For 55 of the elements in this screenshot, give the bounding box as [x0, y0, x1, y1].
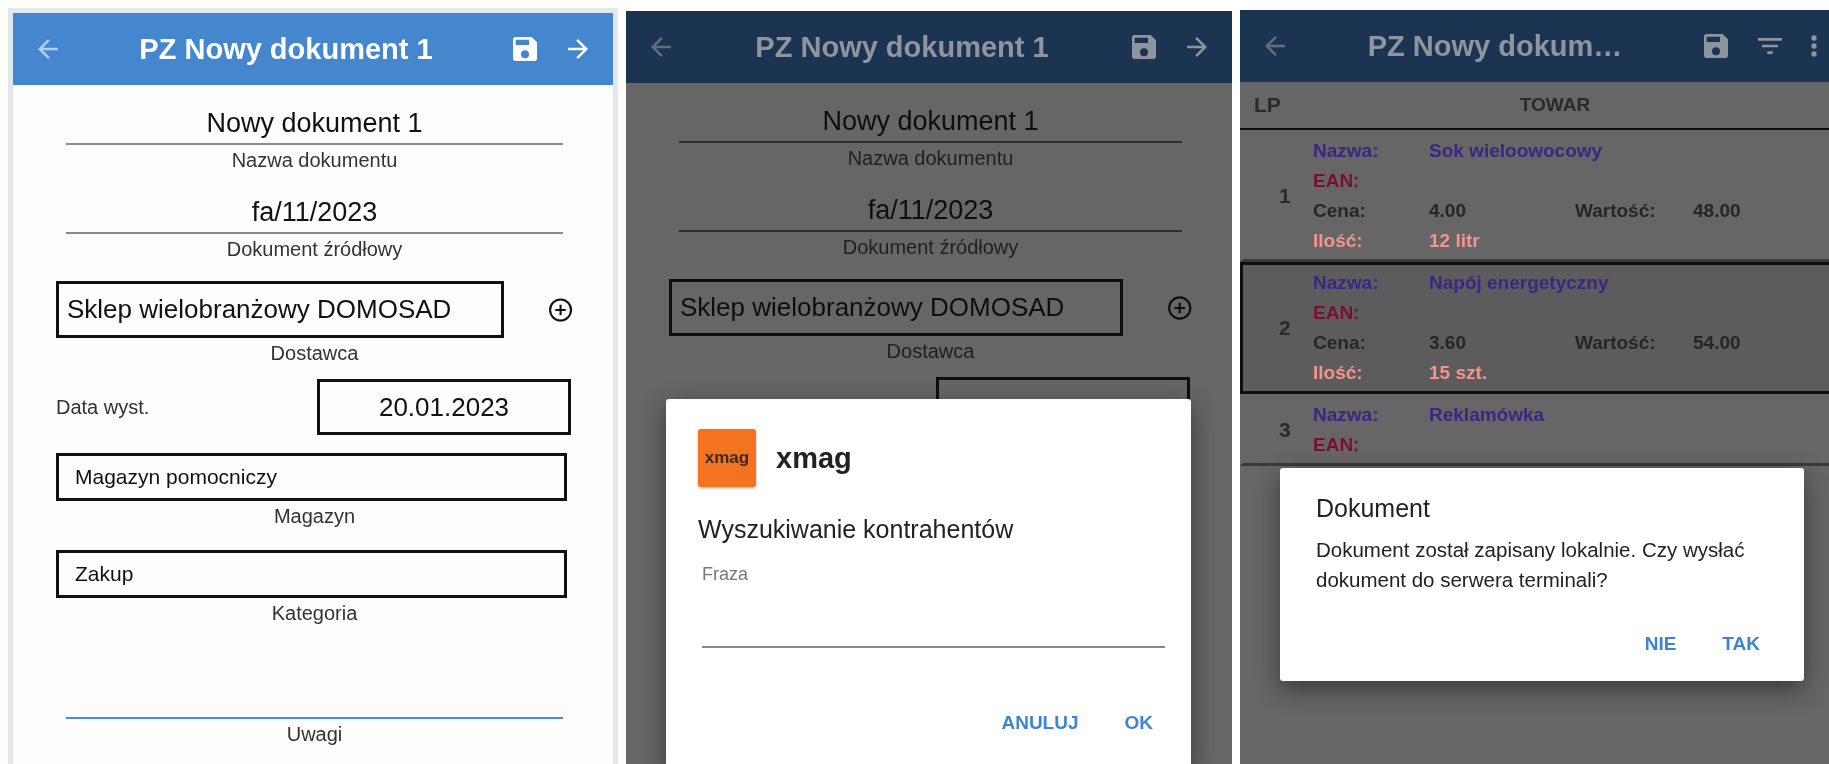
- row-value: Napój energetyczny: [1429, 271, 1609, 295]
- field-label: Nazwa dokumentu: [846, 147, 1015, 170]
- field-label: Kategoria: [270, 602, 359, 625]
- field-label: Dostawca: [269, 342, 360, 365]
- date-field[interactable]: 20.01.2023: [317, 379, 571, 435]
- row-label: Wartość:: [1575, 199, 1657, 223]
- select-field[interactable]: Zakup: [56, 550, 567, 598]
- date-label: Data wyst.: [56, 395, 151, 419]
- text-field[interactable]: fa/11/2023: [66, 192, 563, 234]
- field-label: Nazwa dokumentu: [230, 149, 399, 172]
- row-value: 4.00: [1429, 199, 1467, 223]
- row-number: 3: [1278, 418, 1292, 442]
- column-header: LP: [1253, 93, 1282, 117]
- supplier-field[interactable]: Sklep wielobranżowy DOMOSAD: [56, 281, 504, 338]
- phrase-input-field[interactable]: Fraza: [702, 564, 1165, 648]
- dialog-button[interactable]: NIE: [1632, 625, 1689, 663]
- add-icon[interactable]: [547, 296, 573, 323]
- text-field[interactable]: Nowy dokument 1: [66, 103, 563, 145]
- row-label: EAN:: [1313, 169, 1361, 193]
- field-label: Magazyn: [272, 505, 357, 528]
- field-label: Dokument źródłowy: [841, 236, 1020, 259]
- row-label: Ilość:: [1313, 361, 1364, 385]
- row-value: 12 litr: [1429, 229, 1481, 253]
- app-bar-title: PZ Nowy dokum…: [1366, 29, 1624, 63]
- dialog-title: Wyszukiwanie kontrahentów: [698, 515, 1015, 544]
- row-label: EAN:: [1313, 301, 1361, 325]
- dialog-message: Dokument został zapisany lokalnie. Czy wysłać dokument do serwera terminali?: [1316, 537, 1746, 593]
- row-label: Ilość:: [1313, 229, 1364, 253]
- text-field[interactable]: fa/11/2023: [679, 190, 1182, 232]
- field-label: Dostawca: [885, 340, 976, 363]
- row-label: Nazwa:: [1313, 271, 1380, 295]
- dialog-button[interactable]: TAK: [1710, 625, 1772, 663]
- supplier-field[interactable]: Sklep wielobranżowy DOMOSAD: [669, 279, 1123, 336]
- dialog-button[interactable]: ANULUJ: [989, 704, 1091, 742]
- row-label: Cena:: [1313, 199, 1367, 223]
- row-value: 15 szt.: [1429, 361, 1489, 385]
- field-label: Dokument źródłowy: [225, 238, 404, 261]
- row-label: Nazwa:: [1313, 403, 1380, 427]
- field-label: Uwagi: [285, 723, 344, 746]
- select-field[interactable]: Magazyn pomocniczy: [56, 453, 567, 501]
- row-value: Reklamówka: [1429, 403, 1546, 427]
- row-label: Nazwa:: [1313, 139, 1380, 163]
- row-label: EAN:: [1313, 433, 1361, 457]
- app-bar-title: PZ Nowy dokument 1: [138, 32, 434, 66]
- text-field[interactable]: Nowy dokument 1: [679, 101, 1182, 143]
- row-number: 1: [1278, 184, 1292, 208]
- row-value: 48.00: [1693, 199, 1742, 223]
- app-bar-title: PZ Nowy dokument 1: [754, 30, 1050, 64]
- dialog-title: Dokument: [1316, 494, 1431, 523]
- app-logo: xmag: [698, 429, 756, 487]
- dialog-button[interactable]: OK: [1112, 704, 1165, 742]
- row-value: Sok wieloowocowy: [1429, 139, 1603, 163]
- input-label: Fraza: [702, 564, 748, 585]
- app-name: xmag: [776, 441, 852, 475]
- column-header: TOWAR: [1518, 94, 1592, 116]
